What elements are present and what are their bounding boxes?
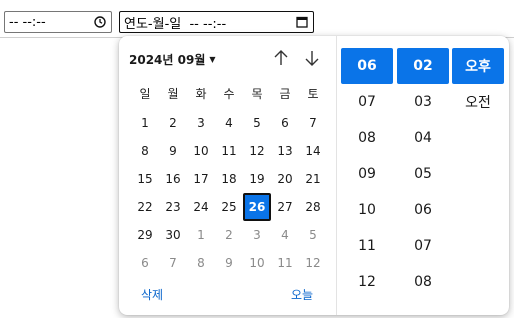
day-cell[interactable]: 8 (187, 249, 215, 277)
day-cell[interactable]: 7 (299, 109, 327, 137)
minute-option[interactable]: 03 (397, 84, 449, 120)
day-cell[interactable]: 15 (131, 165, 159, 193)
day-cell[interactable]: 2 (215, 221, 243, 249)
day-cell[interactable]: 18 (215, 165, 243, 193)
day-cell[interactable]: 21 (299, 165, 327, 193)
day-cell[interactable]: 6 (271, 109, 299, 137)
day-cell[interactable]: 25 (215, 193, 243, 221)
minute-option[interactable]: 06 (397, 192, 449, 228)
day-cell[interactable]: 4 (271, 221, 299, 249)
month-year-selector[interactable]: 2024년 09월 ▼ (129, 50, 216, 68)
today-button[interactable]: 오늘 (291, 286, 313, 303)
day-cell[interactable]: 29 (131, 221, 159, 249)
day-cell[interactable]: 30 (159, 221, 187, 249)
day-cell[interactable]: 9 (159, 137, 187, 165)
day-cell[interactable]: 5 (299, 221, 327, 249)
day-cell[interactable]: 28 (299, 193, 327, 221)
day-cell[interactable]: 19 (243, 165, 271, 193)
minute-option[interactable]: 07 (397, 228, 449, 264)
weekday-header: 월 (167, 86, 179, 101)
ampm-selected[interactable]: 오후 (452, 48, 504, 84)
day-cell[interactable]: 22 (131, 193, 159, 221)
day-cell[interactable]: 10 (187, 137, 215, 165)
day-cell[interactable]: 4 (215, 109, 243, 137)
datetime-picker-popup: 2024년 09월 ▼ 일 월 화 수 목 금 토 1 2 3 4 5 6 7 8 9 10 11 12 13 14 15… (119, 36, 509, 315)
day-cell[interactable]: 27 (271, 193, 299, 221)
panel-divider (336, 36, 337, 315)
selected-day-cell[interactable]: 26 (243, 193, 271, 221)
datetime-input[interactable]: 연도-월-일 -- --:-- (119, 11, 314, 33)
hour-option[interactable]: 08 (341, 120, 393, 156)
day-cell[interactable]: 1 (131, 109, 159, 137)
prev-month-button[interactable] (271, 48, 291, 68)
day-cell[interactable]: 3 (187, 109, 215, 137)
calendar-icon[interactable] (295, 15, 309, 29)
day-cell[interactable]: 23 (159, 193, 187, 221)
delete-button[interactable]: 삭제 (141, 286, 163, 303)
day-cell[interactable]: 12 (243, 137, 271, 165)
day-cell[interactable]: 11 (271, 249, 299, 277)
time-input-value[interactable]: -- --:-- (9, 15, 46, 30)
next-month-button[interactable] (302, 48, 322, 68)
hour-option[interactable]: 10 (341, 192, 393, 228)
arrow-up-icon (274, 50, 288, 65)
time-input[interactable]: -- --:-- (4, 11, 112, 33)
day-cell[interactable]: 8 (131, 137, 159, 165)
day-cell[interactable]: 16 (159, 165, 187, 193)
calendar-panel: 2024년 09월 ▼ 일 월 화 수 목 금 토 1 2 3 4 5 6 7 8 9 10 11 12 13 14 15… (119, 36, 336, 315)
day-cell[interactable]: 5 (243, 109, 271, 137)
datetime-input-value[interactable]: 연도-월-일 -- --:-- (124, 13, 226, 32)
hour-option[interactable]: 11 (341, 228, 393, 264)
month-year-label: 2024년 09월 (129, 52, 206, 67)
day-cell[interactable]: 7 (159, 249, 187, 277)
day-cell[interactable]: 24 (187, 193, 215, 221)
weekday-header: 수 (223, 86, 235, 101)
day-cell[interactable]: 14 (299, 137, 327, 165)
hour-option[interactable]: 09 (341, 156, 393, 192)
day-cell[interactable]: 6 (131, 249, 159, 277)
day-cell[interactable]: 9 (215, 249, 243, 277)
day-cell[interactable]: 17 (187, 165, 215, 193)
weekday-header: 목 (251, 86, 263, 101)
hour-option[interactable]: 12 (341, 264, 393, 300)
day-cell[interactable]: 20 (271, 165, 299, 193)
hour-selected[interactable]: 06 (341, 48, 393, 84)
weekday-header: 금 (279, 86, 291, 101)
arrow-down-icon (305, 51, 319, 66)
hour-option[interactable]: 07 (341, 84, 393, 120)
day-cell[interactable]: 11 (215, 137, 243, 165)
weekday-header: 토 (307, 86, 319, 101)
day-cell[interactable]: 12 (299, 249, 327, 277)
weekday-header: 일 (139, 86, 151, 101)
minute-option[interactable]: 05 (397, 156, 449, 192)
minute-option[interactable]: 08 (397, 264, 449, 300)
day-cell[interactable]: 10 (243, 249, 271, 277)
clock-icon[interactable] (93, 15, 107, 29)
day-cell[interactable]: 2 (159, 109, 187, 137)
caret-down-icon: ▼ (209, 55, 216, 64)
weekday-header: 화 (195, 86, 207, 101)
day-cell[interactable]: 1 (187, 221, 215, 249)
ampm-option[interactable]: 오전 (452, 84, 504, 120)
minute-option[interactable]: 04 (397, 120, 449, 156)
day-cell[interactable]: 3 (243, 221, 271, 249)
day-cell[interactable]: 13 (271, 137, 299, 165)
minute-selected[interactable]: 02 (397, 48, 449, 84)
